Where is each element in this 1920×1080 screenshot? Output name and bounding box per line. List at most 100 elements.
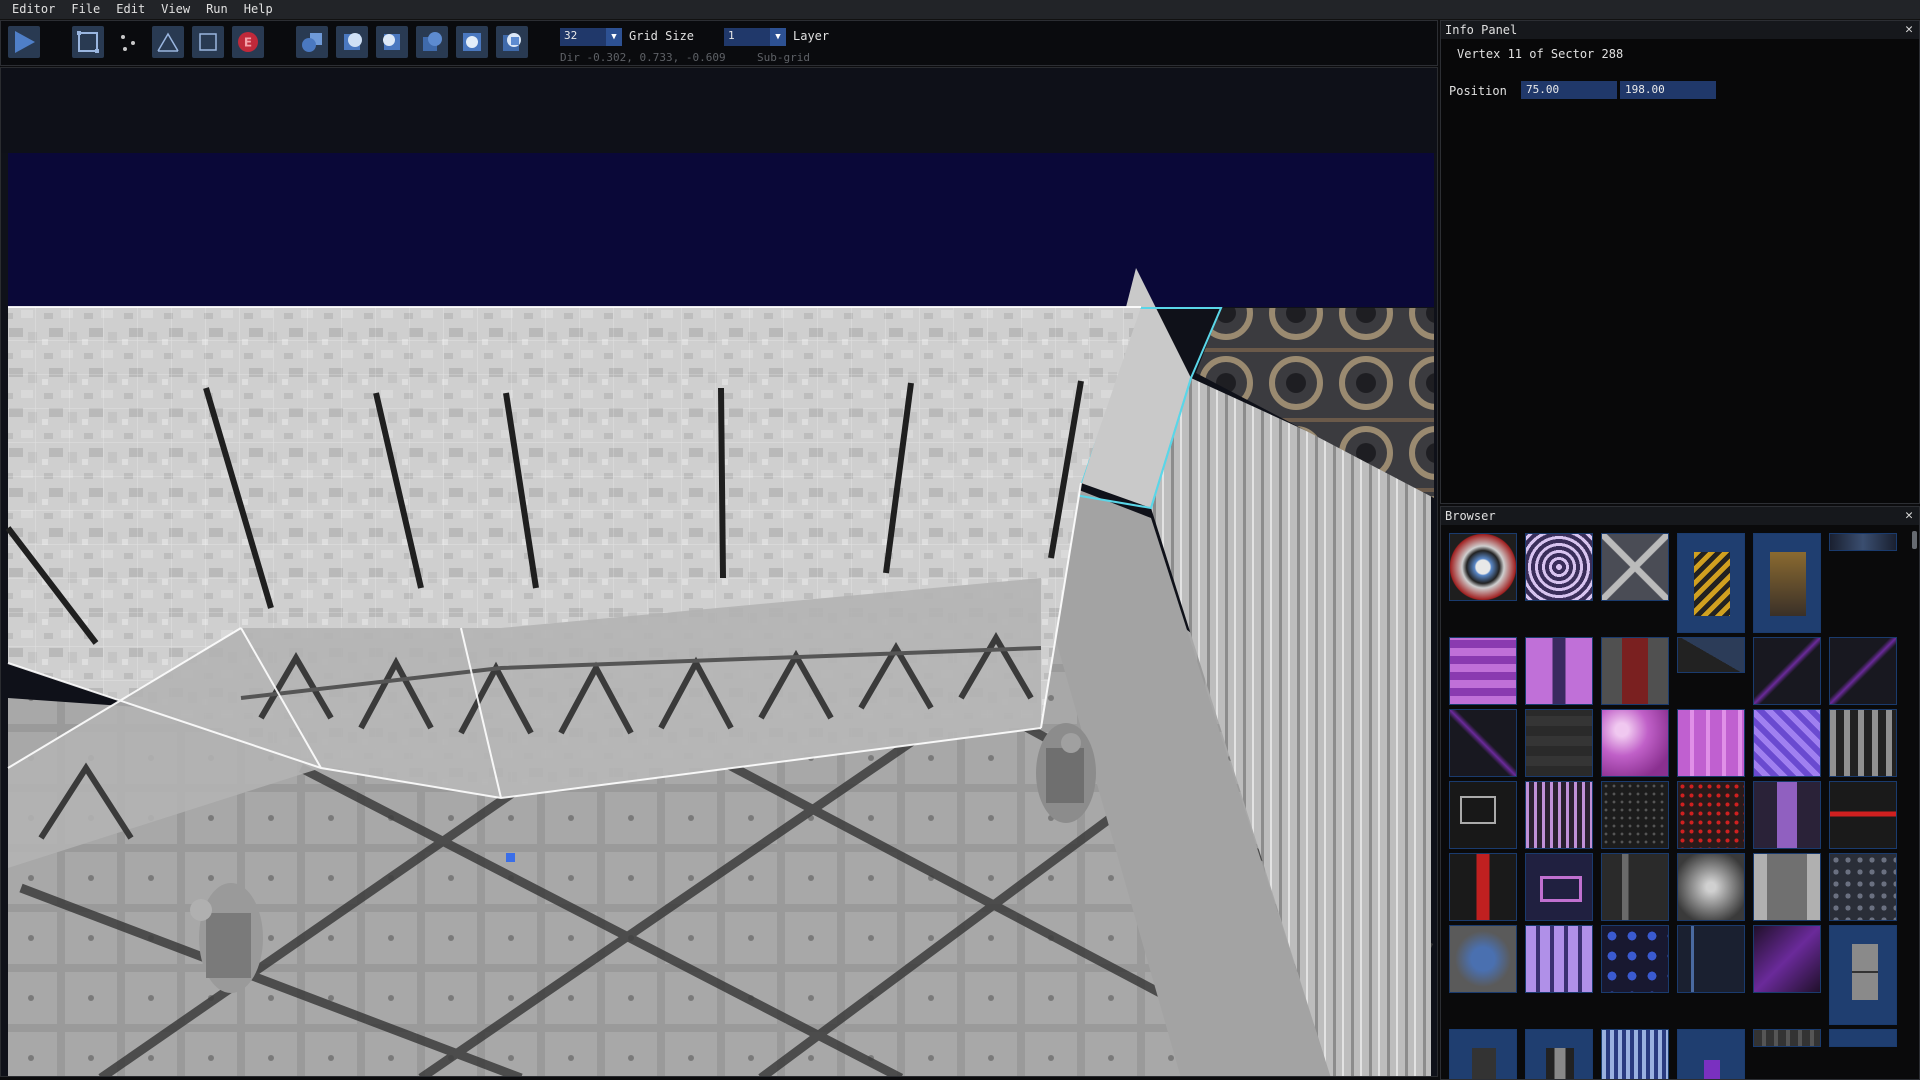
- texture-tile[interactable]: [1601, 853, 1669, 921]
- texture-tile[interactable]: [1525, 853, 1593, 921]
- selected-vertex-marker[interactable]: [506, 853, 515, 862]
- union-icon: [344, 33, 362, 50]
- texture-tile[interactable]: [1525, 533, 1593, 601]
- texture-tile[interactable]: [1525, 709, 1593, 777]
- texture-tile[interactable]: [1601, 637, 1669, 705]
- grid-size-select[interactable]: 32 ▼: [560, 28, 622, 46]
- texture-tile[interactable]: [1753, 853, 1821, 921]
- xor-icon: [463, 33, 481, 51]
- position-y-field[interactable]: 198.00: [1620, 81, 1716, 99]
- texture-tile[interactable]: [1753, 709, 1821, 777]
- texture-tile[interactable]: [1677, 853, 1745, 921]
- texture-tile[interactable]: [1449, 637, 1517, 705]
- texture-tile[interactable]: [1449, 533, 1517, 601]
- texture-tile[interactable]: [1829, 637, 1897, 705]
- position-x-field[interactable]: 75.00: [1521, 81, 1617, 99]
- subgrid-label: Sub-grid: [757, 51, 810, 64]
- intersect-button[interactable]: [416, 26, 448, 58]
- split-button[interactable]: [496, 26, 528, 58]
- texture-tile[interactable]: [1525, 1029, 1593, 1079]
- info-panel-title: Info Panel: [1441, 21, 1919, 39]
- selection-heading: Vertex 11 of Sector 288: [1457, 47, 1624, 61]
- texture-tile[interactable]: [1601, 1029, 1669, 1079]
- vertex-mode-button[interactable]: [112, 26, 144, 58]
- chevron-down-icon[interactable]: ▼: [770, 28, 786, 46]
- texture-tile[interactable]: [1829, 709, 1897, 777]
- texture-tile[interactable]: [1525, 637, 1593, 705]
- menu-bar: Editor File Edit View Run Help: [0, 0, 1920, 20]
- chevron-down-icon[interactable]: ▼: [606, 28, 622, 46]
- menu-view[interactable]: View: [153, 0, 198, 19]
- texture-tile[interactable]: [1677, 637, 1745, 673]
- texture-tile[interactable]: [1601, 533, 1669, 601]
- draw-shape-button[interactable]: [296, 26, 328, 58]
- texture-tile[interactable]: [1677, 781, 1745, 849]
- texture-tile[interactable]: [1601, 781, 1669, 849]
- play-icon: [15, 31, 35, 53]
- texture-tile[interactable]: [1753, 925, 1821, 993]
- texture-tile[interactable]: [1449, 853, 1517, 921]
- sky: [8, 153, 1434, 307]
- close-icon[interactable]: ✕: [1905, 21, 1913, 39]
- object-icon: [199, 33, 217, 51]
- texture-tile[interactable]: [1677, 533, 1745, 633]
- menu-file[interactable]: File: [63, 0, 108, 19]
- xor-button[interactable]: [456, 26, 488, 58]
- layer-label: Layer: [793, 29, 830, 43]
- texture-tile[interactable]: [1449, 709, 1517, 777]
- texture-tile[interactable]: [1753, 533, 1821, 633]
- shape-draw-icon: [302, 33, 322, 52]
- grid-size-label: Grid Size: [629, 29, 695, 43]
- play-button[interactable]: [8, 26, 40, 58]
- level-3d-view[interactable]: [1, 68, 1438, 1077]
- texture-tile[interactable]: [1449, 781, 1517, 849]
- direction-readout: Dir -0.302, 0.733, -0.609: [560, 51, 726, 64]
- texture-tile[interactable]: [1829, 1029, 1897, 1047]
- sector-mode-button[interactable]: [72, 26, 104, 58]
- texture-tile[interactable]: [1829, 925, 1897, 1025]
- texture-tile[interactable]: [1677, 925, 1745, 993]
- texture-tile[interactable]: [1829, 533, 1897, 551]
- subtract-button[interactable]: [376, 26, 408, 58]
- texture-tile[interactable]: [1449, 925, 1517, 993]
- menu-editor[interactable]: Editor: [0, 0, 63, 19]
- intersect-icon: [423, 32, 442, 51]
- browser-scrollbar[interactable]: [1912, 531, 1917, 549]
- entity-icon: E: [238, 32, 258, 52]
- layer-value: 1: [728, 29, 735, 42]
- menu-help[interactable]: Help: [236, 0, 281, 19]
- menu-run[interactable]: Run: [198, 0, 236, 19]
- enemy-sprite-corridor[interactable]: [1036, 723, 1096, 823]
- 3d-viewport[interactable]: [0, 67, 1438, 1077]
- texture-tile[interactable]: [1449, 1029, 1517, 1079]
- texture-browser: Browser ✕: [1440, 506, 1920, 1080]
- texture-tile[interactable]: [1525, 925, 1593, 993]
- texture-tile[interactable]: [1601, 709, 1669, 777]
- texture-tile[interactable]: [1753, 637, 1821, 705]
- texture-tile[interactable]: [1601, 925, 1669, 993]
- texture-tile[interactable]: [1677, 1029, 1745, 1079]
- texture-tile[interactable]: [1829, 781, 1897, 849]
- split-icon: [503, 33, 521, 51]
- wall-icon: [157, 32, 179, 52]
- menu-edit[interactable]: Edit: [108, 0, 153, 19]
- info-panel: Info Panel ✕ Vertex 11 of Sector 288 Pos…: [1440, 20, 1920, 504]
- object-mode-button[interactable]: [192, 26, 224, 58]
- void-area: [1, 68, 1437, 153]
- sector-icon: [77, 31, 99, 53]
- texture-tile[interactable]: [1753, 1029, 1821, 1047]
- close-icon[interactable]: ✕: [1905, 507, 1913, 525]
- vertex-icon: [121, 35, 135, 51]
- union-button[interactable]: [336, 26, 368, 58]
- texture-tile[interactable]: [1753, 781, 1821, 849]
- svg-text:E: E: [244, 36, 252, 50]
- grid-size-value: 32: [564, 29, 578, 42]
- entity-mode-button[interactable]: E: [232, 26, 264, 58]
- layer-select[interactable]: 1 ▼: [724, 28, 786, 46]
- wall-mode-button[interactable]: [152, 26, 184, 58]
- browser-title: Browser: [1441, 507, 1919, 525]
- texture-tile[interactable]: [1677, 709, 1745, 777]
- texture-tile[interactable]: [1829, 853, 1897, 921]
- subtract-icon: [383, 34, 400, 50]
- texture-tile[interactable]: [1525, 781, 1593, 849]
